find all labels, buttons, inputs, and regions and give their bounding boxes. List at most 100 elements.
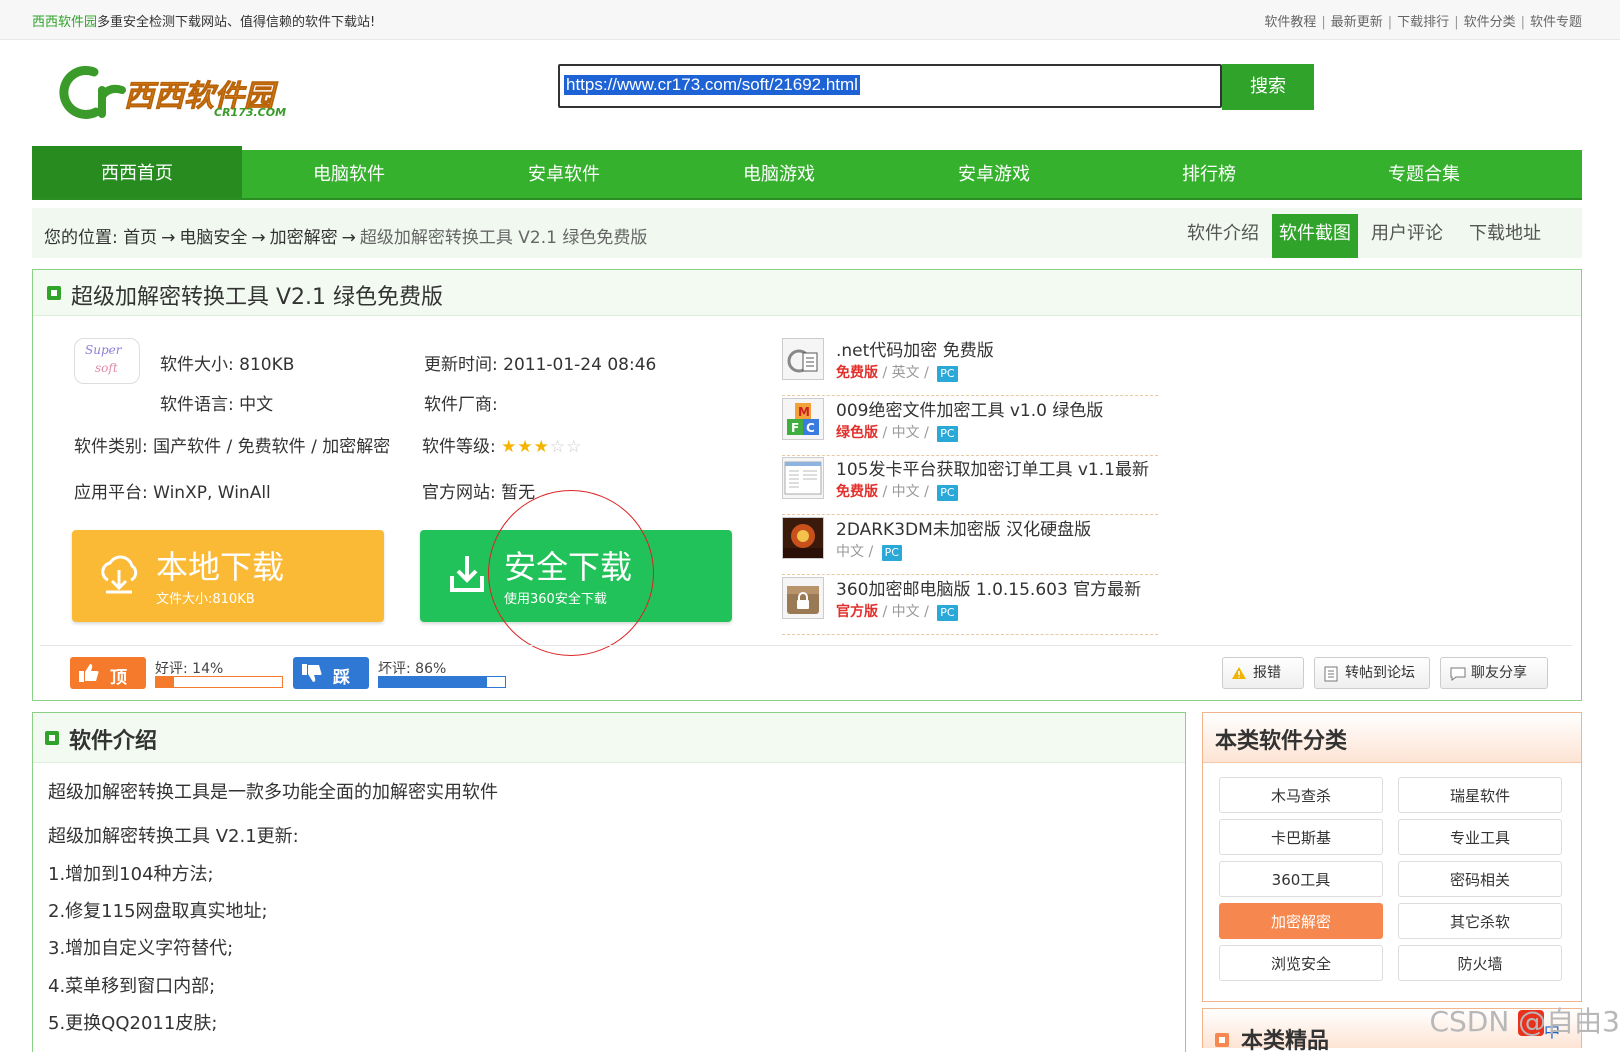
bad-rating-fill: [379, 677, 488, 687]
related-title[interactable]: 2DARK3DM未加密版 汉化硬盘版: [836, 515, 1091, 540]
top-link-tutorials[interactable]: 软件教程: [1264, 15, 1316, 30]
rating-stars: ★★★☆☆: [501, 437, 582, 457]
category-360-tools[interactable]: 360工具: [1219, 861, 1383, 897]
csdn-watermark: CSDN @自由3: [1429, 1005, 1620, 1038]
related-lang: 中文: [891, 604, 920, 620]
related-meta: 免费版 / 中文 / PC: [836, 481, 958, 501]
vote-up-button[interactable]: 顶: [70, 657, 146, 689]
top-link-topics[interactable]: 软件专题: [1530, 15, 1582, 30]
good-rating-bar: [155, 676, 283, 688]
breadcrumb-prefix: 您的位置:: [44, 228, 118, 248]
nav-android-software[interactable]: 安卓软件: [459, 150, 669, 198]
related-title[interactable]: 009绝密文件加密工具 v1.0 绿色版: [836, 396, 1103, 421]
top-link-latest[interactable]: 最新更新: [1331, 15, 1383, 30]
nav-pc-games[interactable]: 电脑游戏: [674, 150, 884, 198]
cloud-download-icon: [101, 555, 138, 594]
category-firewall[interactable]: 防火墙: [1398, 945, 1562, 981]
document-icon: [1324, 666, 1338, 682]
document-gear-icon: [782, 338, 824, 380]
breadcrumb: 您的位置: 首页 → 电脑安全 → 加密解密 → 超级加解密转换工具 V2.1 绿色免费版: [44, 223, 647, 248]
software-logo-text: soft: [95, 361, 118, 375]
slogan-text: 多重安全检测下载网站、值得信赖的软件下载站!: [97, 15, 376, 30]
breadcrumb-security[interactable]: 电脑安全: [179, 228, 247, 248]
search-button[interactable]: 搜索: [1222, 64, 1314, 110]
info-size: 软件大小: 810KB: [160, 355, 295, 375]
bad-rating-label: 坏评: 86%: [378, 661, 447, 677]
category-pro-tools[interactable]: 专业工具: [1398, 819, 1562, 855]
divider: [40, 645, 1572, 646]
nav-android-games[interactable]: 安卓游戏: [889, 150, 1099, 198]
related-meta: 免费版 / 英文 / PC: [836, 362, 958, 382]
repost-forum-label: 转帖到论坛: [1345, 665, 1415, 681]
pc-badge: PC: [937, 485, 958, 501]
category-other-av[interactable]: 其它杀软: [1398, 903, 1562, 939]
intro-header: 软件介绍: [33, 713, 1185, 763]
tab-intro[interactable]: 软件介绍: [1180, 214, 1266, 258]
search-input[interactable]: https://www.cr173.com/soft/21692.html: [558, 64, 1222, 108]
vote-down-button[interactable]: 踩: [293, 657, 369, 689]
related-meta: 中文 / PC: [836, 541, 902, 561]
top-links: 软件教程 | 最新更新 | 下载排行 | 软件分类 | 软件专题: [1264, 15, 1582, 30]
report-error-button[interactable]: 报错: [1222, 657, 1304, 689]
related-lang: 中文: [891, 484, 920, 500]
panel-header: 超级加解密转换工具 V2.1 绿色免费版: [33, 270, 1581, 316]
download-tray-icon: [450, 556, 484, 592]
tab-comments[interactable]: 用户评论: [1364, 214, 1450, 258]
star-filled-icon: ★: [533, 437, 550, 457]
pc-badge: PC: [937, 426, 958, 442]
related-item[interactable]: 2DARK3DM未加密版 汉化硬盘版 中文 / PC: [782, 515, 1158, 575]
related-title[interactable]: 105发卡平台获取加密订单工具 v1.1最新: [836, 455, 1149, 480]
related-item[interactable]: 360加密邮电脑版 1.0.15.603 官方最新 官方版 / 中文 / PC: [782, 575, 1158, 635]
pc-badge: PC: [937, 605, 958, 621]
category-rising[interactable]: 瑞星软件: [1398, 777, 1562, 813]
thumbs-down-icon: [302, 664, 322, 682]
nav-rankings[interactable]: 排行榜: [1104, 150, 1314, 198]
nav-pc-software[interactable]: 电脑软件: [244, 150, 454, 198]
tab-screenshots[interactable]: 软件截图: [1272, 214, 1358, 258]
related-tag: 官方版: [836, 604, 878, 620]
nav-home[interactable]: 西西首页: [32, 146, 242, 198]
intro-line: 1.增加到104种方法;: [48, 864, 214, 885]
category-browse-safety[interactable]: 浏览安全: [1219, 945, 1383, 981]
svg-text:F: F: [791, 421, 799, 435]
repost-forum-button[interactable]: 转帖到论坛: [1314, 657, 1430, 689]
related-item[interactable]: .net代码加密 免费版 免费版 / 英文 / PC: [782, 336, 1158, 396]
category-password[interactable]: 密码相关: [1398, 861, 1562, 897]
annotation-circle: [488, 490, 654, 656]
related-item[interactable]: 105发卡平台获取加密订单工具 v1.1最新 免费版 / 中文 / PC: [782, 455, 1158, 515]
breadcrumb-home[interactable]: 首页: [123, 228, 157, 248]
related-meta: 绿色版 / 中文 / PC: [836, 422, 958, 442]
good-rating-label: 好评: 14%: [155, 661, 224, 677]
top-link-categories[interactable]: 软件分类: [1464, 15, 1516, 30]
top-slogan: 西西软件园多重安全检测下载网站、值得信赖的软件下载站!: [32, 11, 375, 30]
related-lang: 英文: [891, 365, 920, 381]
bullet-square-icon: [1215, 1033, 1229, 1047]
breadcrumb-encrypt[interactable]: 加密解密: [270, 228, 338, 248]
share-chat-button[interactable]: 聊友分享: [1440, 657, 1548, 689]
related-title[interactable]: .net代码加密 免费版: [836, 336, 994, 361]
site-logo[interactable]: 西西软件园 CR173.COM: [56, 60, 316, 124]
nav-topics[interactable]: 专题合集: [1319, 150, 1529, 198]
intro-line: 超级加解密转换工具是一款多功能全面的加解密实用软件: [48, 782, 498, 803]
vote-down-label: 踩: [333, 668, 350, 688]
intro-line: 3.增加自定义字符替代;: [48, 938, 234, 959]
category-encrypt[interactable]: 加密解密: [1219, 903, 1383, 939]
report-error-label: 报错: [1253, 665, 1281, 681]
related-lang: 中文: [891, 425, 920, 441]
info-platform: 应用平台: WinXP, WinAll: [74, 483, 271, 503]
bullet-square-icon: [45, 731, 59, 745]
related-lang: 中文: [836, 544, 864, 560]
intro-title: 软件介绍: [69, 729, 158, 754]
local-download-button[interactable]: 本地下载 文件大小:810KB: [72, 530, 384, 622]
top-link-ranking[interactable]: 下载排行: [1397, 15, 1449, 30]
breadcrumb-arrow: →: [341, 228, 356, 248]
intro-line: 超级加解密转换工具 V2.1更新:: [48, 826, 299, 847]
warning-icon: [1232, 667, 1246, 679]
category-kaspersky[interactable]: 卡巴斯基: [1219, 819, 1383, 855]
category-trojan[interactable]: 木马查杀: [1219, 777, 1383, 813]
category-sidebar: 本类软件分类 木马查杀 瑞星软件 卡巴斯基 专业工具 360工具 密码相关 加密…: [1202, 712, 1582, 1002]
related-item[interactable]: MFC 009绝密文件加密工具 v1.0 绿色版 绿色版 / 中文 / PC: [782, 396, 1158, 456]
site-name-link[interactable]: 西西软件园: [32, 15, 97, 30]
related-title[interactable]: 360加密邮电脑版 1.0.15.603 官方最新: [836, 575, 1141, 600]
tab-download[interactable]: 下载地址: [1462, 214, 1548, 258]
